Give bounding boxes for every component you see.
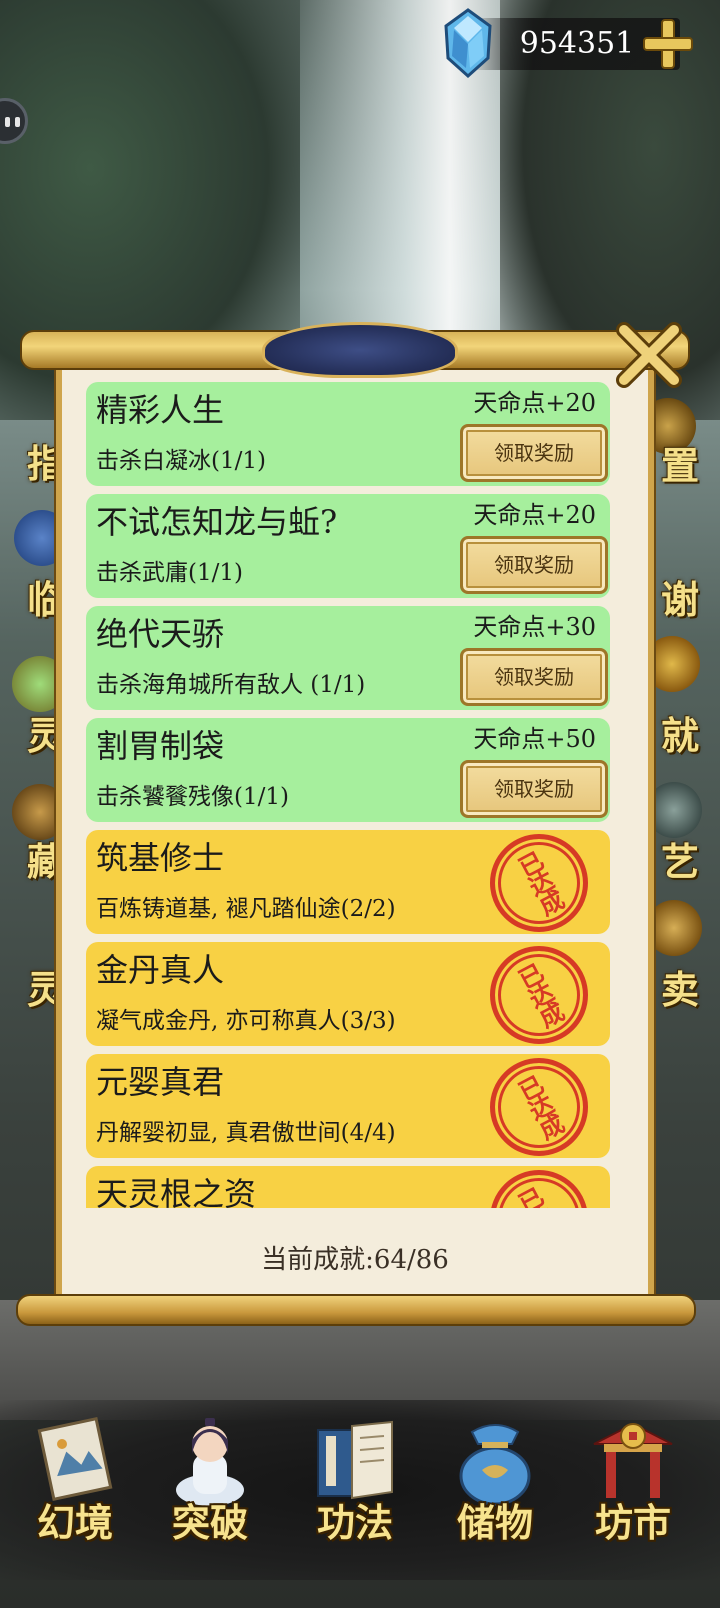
achievement-card: 元婴真君 丹解婴初显, 真君傲世间(4/4) 已达成 bbox=[86, 1054, 610, 1158]
stamp-text: 已达成 bbox=[510, 959, 568, 1031]
nav-label: 储物 bbox=[456, 1500, 533, 1545]
claim-button-label: 领取奖励 bbox=[494, 665, 574, 689]
stamp-text: 已达成 bbox=[479, 1159, 598, 1208]
achievement-description: 击杀海角城所有敌人 (1/1) bbox=[96, 672, 366, 698]
completed-stamp: 已达成 bbox=[490, 1170, 588, 1208]
plus-icon[interactable] bbox=[640, 16, 696, 72]
nav-item-illusion[interactable]: 幻境 bbox=[10, 1400, 140, 1590]
claim-reward-button[interactable]: 领取奖励 bbox=[460, 648, 608, 706]
achievement-card: 筑基修士 百炼铸道基, 褪凡踏仙途(2/2) 已达成 bbox=[86, 830, 610, 934]
achievement-reward: 天命点+20 bbox=[473, 501, 596, 529]
achievement-title: 割胃制袋 bbox=[96, 727, 225, 765]
nav-item-techniques[interactable]: 功法 bbox=[290, 1400, 420, 1590]
side-menu-item-right-2[interactable]: 谢 bbox=[650, 570, 710, 630]
achievement-card: 天灵根之资 已达成 bbox=[86, 1166, 610, 1208]
bottom-nav: 幻境 突破 功法 储物 坊市 bbox=[0, 1380, 720, 1608]
achievement-card: 割胃制袋 击杀饕餮残像(1/1) 天命点+50 领取奖励 bbox=[86, 718, 610, 822]
nav-item-storage[interactable]: 储物 bbox=[430, 1400, 560, 1590]
scroll-rod-bottom bbox=[16, 1294, 696, 1326]
achievement-title: 天灵根之资 bbox=[96, 1175, 257, 1208]
achievement-title: 金丹真人 bbox=[96, 951, 225, 989]
stamp-text: 已达成 bbox=[510, 847, 568, 919]
claim-reward-button[interactable]: 领取奖励 bbox=[460, 760, 608, 818]
market-gate-icon bbox=[593, 1422, 673, 1498]
achievement-title: 精彩人生 bbox=[96, 391, 225, 429]
achievement-reward: 天命点+20 bbox=[473, 389, 596, 417]
gem-icon bbox=[444, 8, 492, 78]
scroll-crest-ornament bbox=[262, 322, 458, 378]
achievement-card: 金丹真人 凝气成金丹, 亦可称真人(3/3) 已达成 bbox=[86, 942, 610, 1046]
achievement-description: 击杀饕餮残像(1/1) bbox=[96, 784, 289, 810]
nav-item-breakthrough[interactable]: 突破 bbox=[145, 1400, 275, 1590]
achievement-list[interactable]: 精彩人生 击杀白凝冰(1/1) 天命点+20 领取奖励 不试怎知龙与蚯? 击杀武… bbox=[86, 382, 614, 1208]
achievement-card: 绝代天骄 击杀海角城所有敌人 (1/1) 天命点+30 领取奖励 bbox=[86, 606, 610, 710]
stamp-text: 已达成 bbox=[510, 1071, 568, 1143]
achievement-card: 精彩人生 击杀白凝冰(1/1) 天命点+20 领取奖励 bbox=[86, 382, 610, 486]
achievement-title: 不试怎知龙与蚯? bbox=[96, 503, 338, 541]
completed-stamp: 已达成 bbox=[490, 946, 588, 1044]
achievement-description: 百炼铸道基, 褪凡踏仙途(2/2) bbox=[96, 896, 396, 922]
achievement-description: 击杀白凝冰(1/1) bbox=[96, 448, 266, 474]
nav-item-market[interactable]: 坊市 bbox=[568, 1400, 698, 1590]
claim-button-label: 领取奖励 bbox=[494, 553, 574, 577]
nav-label: 坊市 bbox=[594, 1500, 671, 1545]
completed-stamp: 已达成 bbox=[490, 1058, 588, 1156]
achievement-description: 击杀武庸(1/1) bbox=[96, 560, 243, 586]
achievement-title: 绝代天骄 bbox=[96, 615, 225, 653]
scroll-painting-icon bbox=[37, 1416, 113, 1502]
nav-label: 功法 bbox=[316, 1500, 393, 1545]
scales-icon bbox=[646, 900, 702, 956]
nav-label: 突破 bbox=[171, 1500, 248, 1545]
achievement-reward: 天命点+30 bbox=[473, 613, 596, 641]
achievement-card: 不试怎知龙与蚯? 击杀武庸(1/1) 天命点+20 领取奖励 bbox=[86, 494, 610, 598]
claim-button-label: 领取奖励 bbox=[494, 777, 574, 801]
achievement-title: 元婴真君 bbox=[96, 1063, 225, 1101]
incense-burner-icon bbox=[646, 782, 702, 838]
currency-amount: 954351 bbox=[519, 26, 635, 61]
achievement-reward: 天命点+50 bbox=[473, 725, 596, 753]
side-menu-item-right-1[interactable]: 置 bbox=[650, 436, 710, 496]
side-menu-item-right-3[interactable]: 就 bbox=[650, 706, 710, 766]
close-icon[interactable] bbox=[612, 318, 686, 392]
claim-reward-button[interactable]: 领取奖励 bbox=[460, 424, 608, 482]
achievement-description: 凝气成金丹, 亦可称真人(3/3) bbox=[96, 1008, 396, 1034]
nav-label: 幻境 bbox=[36, 1500, 113, 1545]
achievement-title: 筑基修士 bbox=[96, 839, 225, 877]
achievement-description: 丹解婴初显, 真君傲世间(4/4) bbox=[96, 1120, 396, 1146]
book-icon bbox=[317, 1420, 393, 1500]
cultivator-icon bbox=[176, 1418, 244, 1506]
claim-reward-button[interactable]: 领取奖励 bbox=[460, 536, 608, 594]
side-menu-item-right-5[interactable]: 卖 bbox=[650, 960, 710, 1020]
completed-stamp: 已达成 bbox=[490, 834, 588, 932]
achievement-progress: 当前成就:64/86 bbox=[261, 1245, 449, 1275]
storage-bag-icon bbox=[459, 1424, 531, 1506]
side-menu-item-right-4[interactable]: 艺 bbox=[650, 832, 710, 892]
claim-button-label: 领取奖励 bbox=[494, 441, 574, 465]
